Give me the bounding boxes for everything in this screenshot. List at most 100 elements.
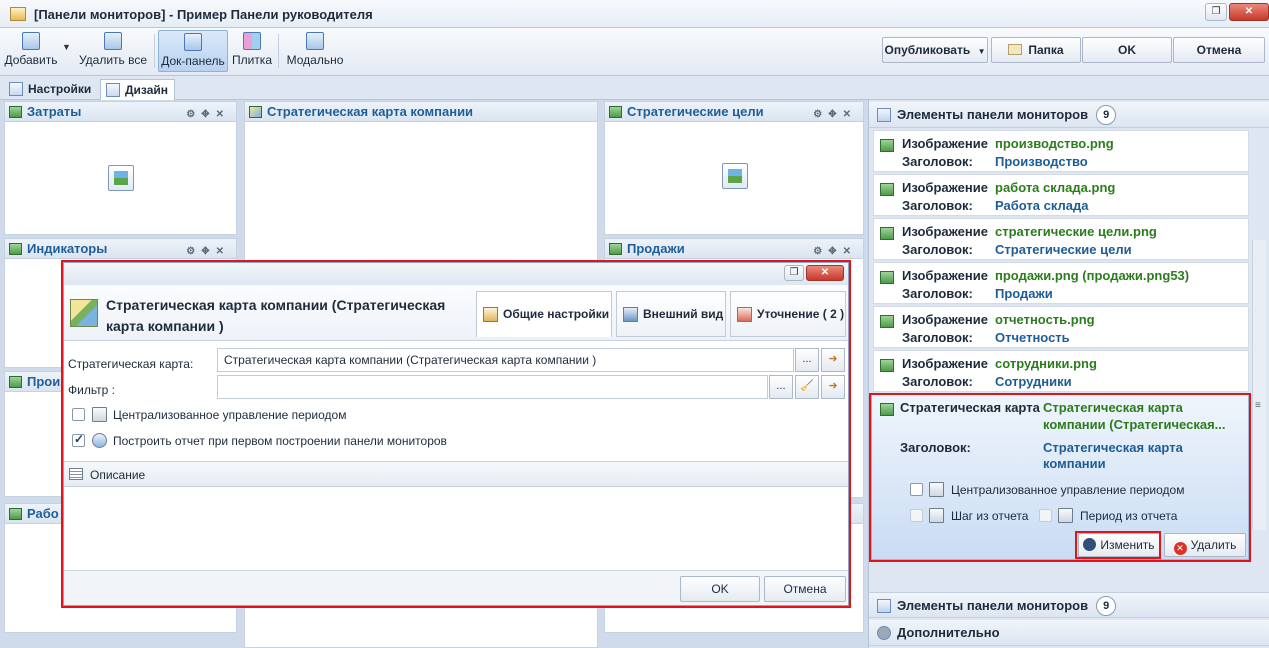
window-title: [Панели мониторов] - Пример Панели руков… (34, 7, 373, 22)
list-item[interactable]: Изображение работа склада.png Заголовок:… (873, 174, 1249, 216)
add-icon (22, 32, 40, 50)
toolbar-separator (278, 34, 279, 68)
panel-title: Прои (27, 374, 61, 389)
ok-button[interactable]: OK (1082, 37, 1172, 63)
delete-all-button[interactable]: Удалить все (76, 30, 150, 72)
footer-elements-header[interactable]: Элементы панели мониторов 9 (869, 592, 1269, 618)
elements-header[interactable]: Элементы панели мониторов 9 (869, 102, 1269, 128)
item-value: продажи.png (продажи.png53) (995, 268, 1190, 283)
tab-settings[interactable]: Настройки (4, 79, 97, 100)
item-caption: Производство (995, 154, 1088, 169)
dashboard-icon (877, 108, 891, 122)
item-caption: Отчетность (995, 330, 1070, 345)
ok-label: OK (1118, 43, 1136, 57)
delete-all-icon (104, 32, 122, 50)
panel-controls[interactable]: ⚙✥✕ (186, 242, 230, 258)
tab-design-label: Дизайн (125, 83, 169, 97)
item-key: Изображение (902, 136, 988, 151)
item-value: производство.png (995, 136, 1114, 151)
item-caption: Сотрудники (995, 374, 1072, 389)
item-value: стратегические цели.png (995, 224, 1157, 239)
item-key: Изображение (902, 312, 988, 327)
image-icon (880, 139, 894, 152)
list-item[interactable]: Изображение стратегические цели.png Заго… (873, 218, 1249, 260)
panel-title: Рабо (27, 506, 59, 521)
tab-design[interactable]: Дизайн (100, 79, 176, 100)
item-caption-key: Заголовок: (902, 198, 973, 213)
folder-icon (1008, 44, 1023, 55)
tab-settings-label: Настройки (28, 82, 92, 96)
item-caption: Стратегические цели (995, 242, 1132, 257)
list-item[interactable]: Изображение сотрудники.png Заголовок: Со… (873, 350, 1249, 392)
list-item[interactable]: Изображение производство.png Заголовок: … (873, 130, 1249, 172)
modal-label: Модально (286, 53, 344, 67)
highlight-edit-button (1075, 531, 1161, 559)
title-bar: [Панели мониторов] - Пример Панели руков… (0, 0, 1269, 28)
cancel-label: Отмена (1196, 43, 1242, 57)
panel-header: Стратегическая карта компании (245, 102, 597, 122)
tile-icon (243, 32, 261, 50)
image-icon (9, 508, 22, 520)
list-item[interactable]: Изображение отчетность.png Заголовок: От… (873, 306, 1249, 348)
panel-title: Стратегическая карта компании (267, 104, 474, 119)
strategy-map-icon (249, 106, 262, 118)
item-key: Изображение (902, 268, 988, 283)
gear-icon (877, 626, 891, 640)
item-key: Изображение (902, 224, 988, 239)
cancel-button[interactable]: Отмена (1173, 37, 1265, 63)
elements-count-badge: 9 (1096, 104, 1117, 125)
modal-button[interactable]: Модально (284, 30, 346, 72)
add-button[interactable]: Добавить (2, 30, 60, 72)
item-value: сотрудники.png (995, 356, 1097, 371)
image-icon (880, 315, 894, 328)
tab-strip: Настройки Дизайн (0, 76, 1269, 100)
app-icon (10, 7, 26, 21)
add-dropdown-icon[interactable]: ▼ (62, 42, 71, 52)
panel-strategic-goals[interactable]: Стратегические цели ⚙✥✕ (604, 101, 864, 235)
panel-header: Продажи ⚙✥✕ (605, 239, 863, 259)
dock-panel-label: Док-панель (161, 54, 225, 68)
restore-button[interactable]: ❐ (1205, 3, 1227, 21)
panel-title: Затраты (27, 104, 82, 119)
folder-label: Папка (1028, 43, 1064, 57)
publish-label: Опубликовать (884, 43, 971, 57)
panel-controls[interactable]: ⚙✥✕ (813, 242, 857, 258)
dock-panel-icon (184, 33, 202, 51)
elements-header-label: Элементы панели мониторов (897, 107, 1089, 122)
close-button[interactable]: ✕ (1229, 3, 1269, 21)
tile-label: Плитка (231, 53, 272, 67)
image-icon (9, 243, 22, 255)
scrollbar[interactable]: ≡ (1252, 240, 1266, 530)
image-placeholder-icon (108, 165, 134, 191)
image-icon (880, 227, 894, 240)
dock-panel-button[interactable]: Док-панель (158, 30, 228, 72)
tile-button[interactable]: Плитка (230, 30, 274, 72)
highlight-selected-item (869, 393, 1251, 562)
panel-header: Стратегические цели ⚙✥✕ (605, 102, 863, 122)
image-placeholder-icon (722, 163, 748, 189)
settings-icon (9, 82, 23, 96)
panel-title: Продажи (627, 241, 685, 256)
item-caption-key: Заголовок: (902, 242, 973, 257)
panel-costs[interactable]: Затраты ⚙✥✕ (4, 101, 237, 235)
add-label: Добавить (4, 53, 58, 67)
list-item[interactable]: Изображение продажи.png (продажи.png53) … (873, 262, 1249, 304)
image-icon (880, 271, 894, 284)
panel-controls[interactable]: ⚙✥✕ (186, 105, 230, 121)
folder-button[interactable]: Папка (991, 37, 1081, 63)
item-value: отчетность.png (995, 312, 1095, 327)
item-caption-key: Заголовок: (902, 154, 973, 169)
toolbar: Добавить ▼ Удалить все Док-панель Плитка… (0, 28, 1269, 76)
footer-additional-header[interactable]: Дополнительно (869, 620, 1269, 646)
item-caption-key: Заголовок: (902, 374, 973, 389)
toolbar-separator (154, 34, 155, 68)
item-key: Изображение (902, 180, 988, 195)
item-key: Изображение (902, 356, 988, 371)
item-caption: Работа склада (995, 198, 1089, 213)
right-panel: Элементы панели мониторов 9 Изображение п… (868, 100, 1269, 648)
scroll-grip-icon: ≡ (1255, 400, 1261, 411)
footer-additional-label: Дополнительно (897, 625, 1000, 640)
panel-controls[interactable]: ⚙✥✕ (813, 105, 857, 121)
publish-button[interactable]: Опубликовать ▼ (882, 37, 988, 63)
highlight-dialog (61, 260, 851, 608)
